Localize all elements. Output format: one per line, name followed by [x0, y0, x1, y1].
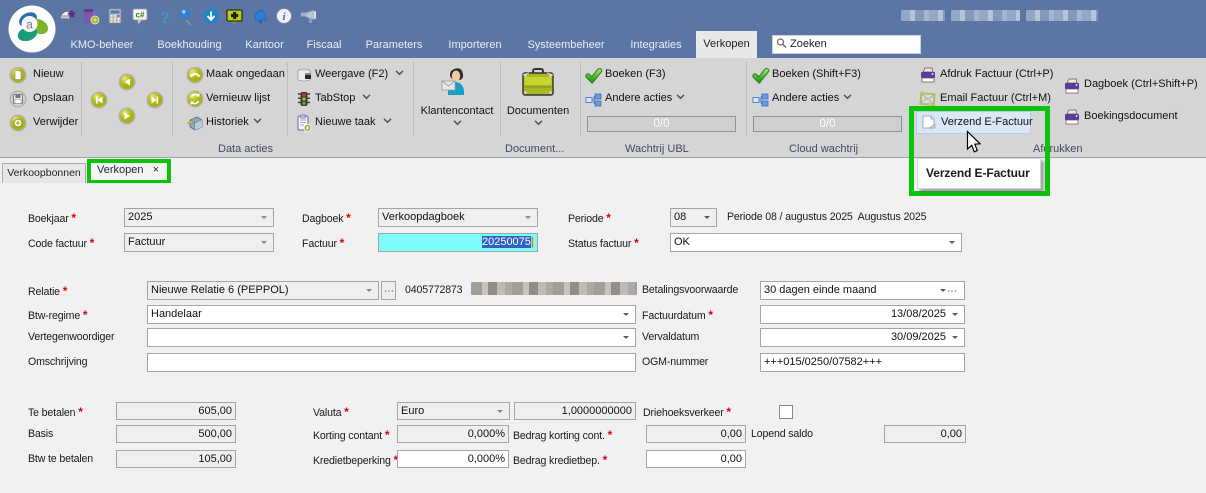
svg-text:a: a: [26, 18, 33, 32]
svg-text:c#: c#: [136, 11, 145, 20]
svg-text:?: ?: [161, 9, 170, 27]
